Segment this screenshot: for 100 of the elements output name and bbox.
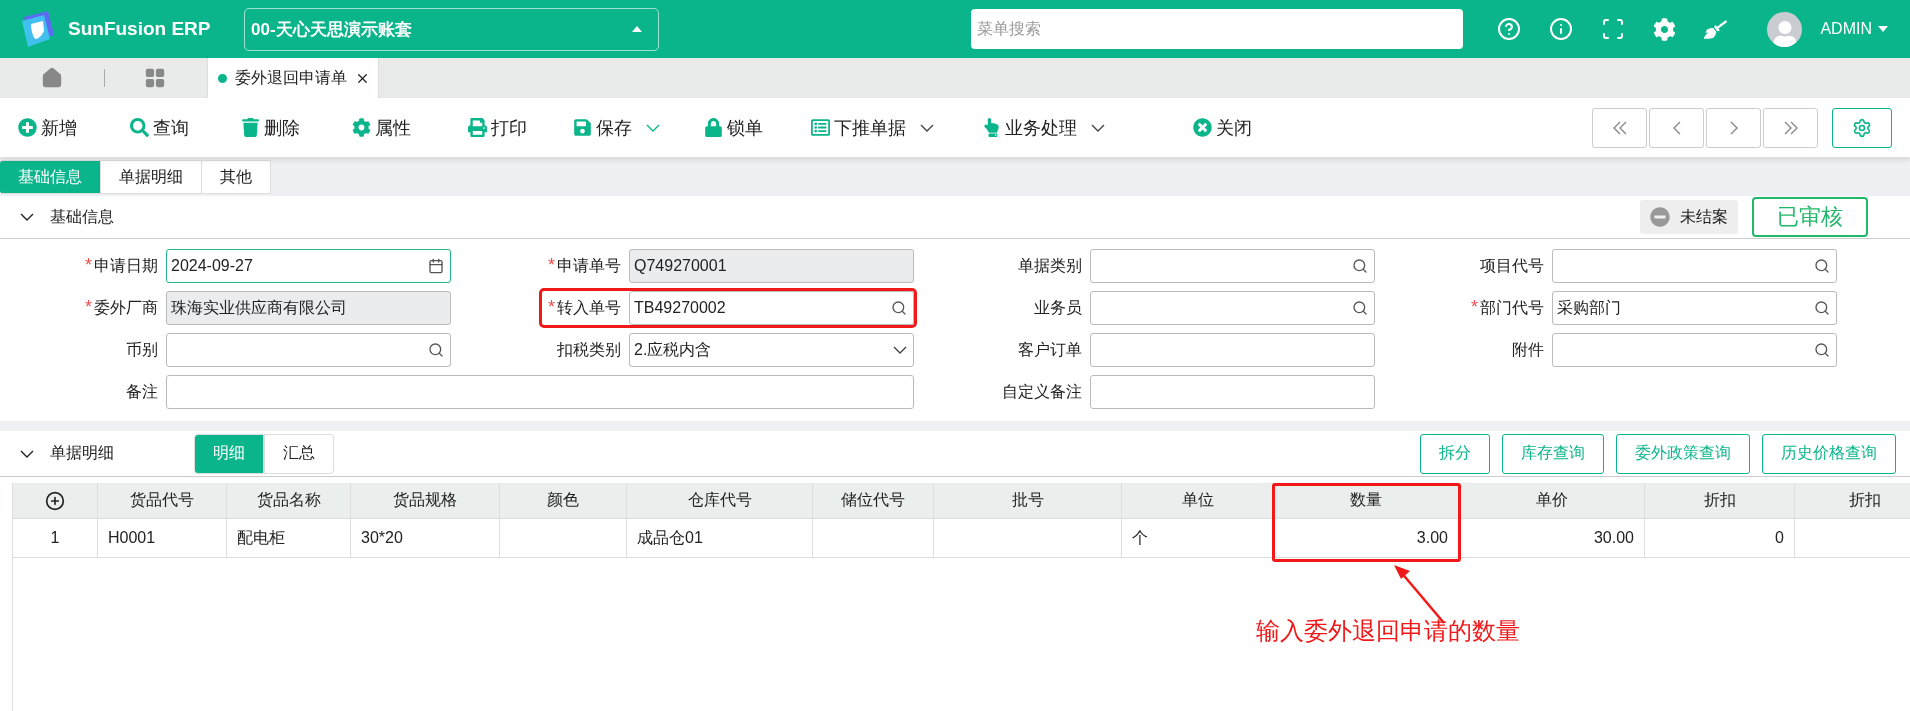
search-icon bbox=[891, 300, 907, 316]
column-header: 货品规格 bbox=[351, 483, 500, 518]
field-label: 单据类别 bbox=[1018, 255, 1082, 276]
toolbar-button[interactable]: 查询 bbox=[130, 115, 189, 140]
pointing-hand-icon bbox=[982, 118, 1001, 137]
last-page-button[interactable] bbox=[1763, 107, 1818, 148]
gear-icon bbox=[352, 118, 371, 137]
annotation-text: 输入委外退回申请的数量 bbox=[1256, 616, 1520, 646]
field-label: 币别 bbox=[126, 339, 158, 360]
search-icon bbox=[1352, 300, 1368, 316]
input-field[interactable]: TB49270002 bbox=[629, 291, 914, 325]
input-field[interactable] bbox=[1090, 375, 1375, 409]
chevron-icon bbox=[20, 213, 34, 221]
input-field[interactable] bbox=[1552, 333, 1837, 367]
date-field[interactable]: 2024-09-27 bbox=[166, 249, 451, 283]
column-header: 货品名称 bbox=[227, 483, 351, 518]
field-label: *申请日期 bbox=[85, 255, 158, 277]
field-label: 客户订单 bbox=[1018, 339, 1082, 360]
toolbar-button[interactable]: 关闭 bbox=[1193, 115, 1252, 140]
field-label: 备注 bbox=[125, 381, 158, 402]
search-field[interactable]: 菜单搜索 bbox=[971, 9, 1464, 49]
toolbar-button[interactable]: 下推单据 bbox=[811, 115, 934, 140]
input-field[interactable] bbox=[1090, 249, 1375, 283]
column-header: 折扣 bbox=[1795, 483, 1910, 518]
table-cell: 30.00 bbox=[1459, 519, 1645, 557]
tab-title: 委外退回申请单 bbox=[235, 67, 347, 88]
chevron-down-icon bbox=[646, 123, 660, 132]
table-cell: 成品仓01 bbox=[627, 519, 813, 557]
field-label: 项目代号 bbox=[1480, 255, 1544, 276]
form-tab[interactable]: 其他 bbox=[202, 160, 271, 194]
broom-icon[interactable] bbox=[1704, 17, 1728, 41]
first-page-button[interactable] bbox=[1592, 107, 1647, 148]
column-header: 单价 bbox=[1459, 483, 1645, 518]
search-icon bbox=[1352, 258, 1368, 274]
settings-icon[interactable] bbox=[1653, 17, 1677, 41]
avatar[interactable] bbox=[1767, 11, 1803, 47]
input-field[interactable] bbox=[1552, 249, 1837, 283]
chevron-icon bbox=[20, 449, 34, 458]
view-tab[interactable]: 汇总 bbox=[264, 433, 334, 474]
search-icon bbox=[1814, 342, 1830, 358]
printer-icon bbox=[468, 118, 487, 137]
field-label: *部门代号 bbox=[1471, 297, 1544, 319]
input-field[interactable] bbox=[166, 333, 451, 367]
toolbar-button[interactable]: 业务处理 bbox=[982, 115, 1105, 140]
trash-icon bbox=[241, 118, 260, 137]
toolbar-button[interactable]: 锁单 bbox=[704, 115, 763, 140]
toolbar-button[interactable]: 打印 bbox=[468, 115, 527, 140]
column-header: 货品代号 bbox=[98, 483, 227, 518]
toolbar-button[interactable]: 属性 bbox=[352, 115, 411, 140]
table-cell: 30*20 bbox=[351, 519, 500, 557]
status-dot bbox=[218, 73, 227, 83]
field-label: 自定义备注 bbox=[1002, 381, 1082, 402]
next-button[interactable] bbox=[1706, 107, 1761, 148]
table-cell: 配电柜 bbox=[227, 519, 351, 557]
input-field[interactable] bbox=[166, 375, 914, 409]
input-field[interactable]: 采购部门 bbox=[1552, 291, 1837, 325]
input-field[interactable] bbox=[1090, 333, 1375, 367]
toolbar-button[interactable]: 新增 bbox=[18, 115, 77, 140]
column-header: 单位 bbox=[1122, 483, 1274, 518]
caret-icon bbox=[632, 26, 642, 32]
page-tab[interactable]: 委外退回申请单 bbox=[207, 58, 379, 98]
fullscreen-icon[interactable] bbox=[1601, 17, 1626, 41]
column-header: 仓库代号 bbox=[627, 483, 813, 518]
search-icon bbox=[428, 342, 444, 358]
chevron-down-icon bbox=[893, 346, 907, 354]
info-icon[interactable] bbox=[1549, 17, 1574, 41]
input-field[interactable] bbox=[1090, 291, 1375, 325]
search-icon bbox=[1814, 300, 1830, 316]
column-header: 颜色 bbox=[500, 483, 627, 518]
column-header: 储位代号 bbox=[813, 483, 934, 518]
column-header: 数量 bbox=[1274, 483, 1459, 518]
form-tab[interactable]: 单据明细 bbox=[101, 160, 202, 194]
lock-icon bbox=[704, 118, 723, 137]
help-icon[interactable] bbox=[1497, 17, 1522, 41]
toolbar-button[interactable]: 保存 bbox=[573, 115, 660, 140]
section-toggle[interactable]: 基础信息 bbox=[20, 206, 114, 228]
status-chip: 未结案 bbox=[1640, 200, 1738, 234]
search-icon bbox=[130, 118, 149, 137]
approved-stamp: 已审核 bbox=[1752, 197, 1868, 237]
table-cell: 0 bbox=[1645, 519, 1795, 557]
calendar-icon bbox=[428, 258, 444, 274]
select-field[interactable]: 2.应税内含 bbox=[629, 333, 914, 367]
chevron-down-icon bbox=[1091, 123, 1105, 132]
field-label: 扣税类别 bbox=[557, 339, 621, 360]
settings-button[interactable] bbox=[1832, 107, 1892, 148]
column-header: 折扣 bbox=[1645, 483, 1795, 518]
field-label: *转入单号 bbox=[548, 297, 621, 319]
double-chevron-right-icon bbox=[1783, 120, 1798, 135]
table-cell: 3.00 bbox=[1274, 519, 1459, 557]
chevron-down-icon bbox=[920, 123, 934, 132]
chevron-right-icon bbox=[1729, 120, 1738, 135]
field-label: *委外厂商 bbox=[85, 297, 158, 319]
section-toggle[interactable]: 单据明细 bbox=[20, 443, 114, 464]
field-label: 附件 bbox=[1512, 339, 1544, 360]
table-cell: H0001 bbox=[98, 519, 227, 557]
toolbar-button[interactable]: 删除 bbox=[241, 115, 300, 140]
previous-button[interactable] bbox=[1649, 107, 1704, 148]
column-header: 批号 bbox=[934, 483, 1122, 518]
field-label: 业务员 bbox=[1034, 297, 1082, 318]
table-cell: 个 bbox=[1122, 519, 1274, 557]
